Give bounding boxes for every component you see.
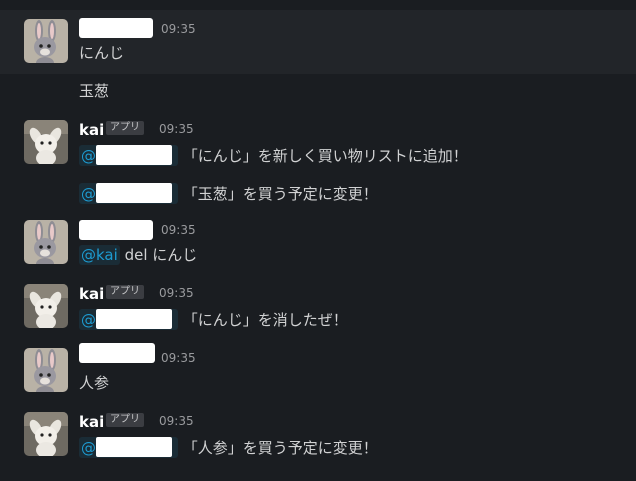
user-avatar[interactable] [24, 19, 68, 63]
message-text: にんじ [79, 44, 125, 62]
message-text: @kai del にんじ [79, 245, 197, 265]
message-body: 「にんじ」を新しく買い物リストに追加！ [182, 147, 468, 165]
user-avatar[interactable] [24, 348, 68, 392]
redacted-mention-name [96, 309, 172, 329]
redacted-mention-name [96, 145, 172, 165]
chat-channel-view: 09:35 にんじ 玉葱 kai アプリ 09:35 @ 「にんじ」を新しく買い… [0, 0, 636, 481]
message-timestamp[interactable]: 09:35 [161, 350, 196, 366]
message-timestamp[interactable]: 09:35 [159, 285, 194, 301]
message-timestamp[interactable]: 09:35 [161, 222, 196, 238]
white-plush-icon [24, 284, 68, 328]
redacted-username[interactable] [79, 18, 153, 38]
bot-name[interactable]: kai [79, 413, 104, 431]
redacted-mention-name [96, 437, 172, 457]
mention-at-sign: @ [81, 147, 96, 165]
message-text: 人参 [79, 374, 110, 392]
user-mention[interactable]: @ [79, 437, 178, 458]
app-badge: アプリ [106, 121, 144, 135]
bunny-plush-icon [24, 220, 68, 264]
message-timestamp[interactable]: 09:35 [159, 413, 194, 429]
app-badge: アプリ [106, 285, 144, 299]
bunny-plush-icon [24, 19, 68, 63]
bot-name[interactable]: kai [79, 285, 104, 303]
bot-name[interactable]: kai [79, 121, 104, 139]
message-text-continuation: 玉葱 [79, 82, 110, 100]
bot-mention[interactable]: @kai [79, 245, 120, 265]
bot-avatar[interactable] [24, 120, 68, 164]
bunny-plush-icon [24, 348, 68, 392]
redacted-username[interactable] [79, 220, 153, 240]
bot-message-text: @ 「にんじ」を新しく買い物リストに追加！ [79, 145, 468, 166]
message-group-user-1[interactable]: 09:35 にんじ [0, 10, 636, 74]
mention-at-sign: @ [81, 185, 96, 203]
mention-at-sign: @ [81, 311, 96, 329]
white-plush-icon [24, 120, 68, 164]
bot-message-text: @ 「玉葱」を買う予定に変更！ [79, 183, 378, 204]
message-timestamp[interactable]: 09:35 [161, 21, 196, 37]
white-plush-icon [24, 412, 68, 456]
app-badge: アプリ [106, 413, 144, 427]
bot-avatar[interactable] [24, 284, 68, 328]
bot-message-text: @ 「人参」を買う予定に変更！ [79, 437, 378, 458]
user-mention[interactable]: @ [79, 309, 178, 330]
user-mention[interactable]: @ [79, 145, 178, 166]
bot-message-text: @ 「にんじ」を消したぜ！ [79, 309, 348, 330]
bot-avatar[interactable] [24, 412, 68, 456]
message-body: 「玉葱」を買う予定に変更！ [182, 185, 378, 203]
message-body: 「にんじ」を消したぜ！ [182, 311, 348, 329]
mention-at-sign: @ [81, 439, 96, 457]
redacted-username[interactable] [79, 343, 155, 363]
user-avatar[interactable] [24, 220, 68, 264]
message-body: del にんじ [124, 246, 198, 264]
message-body: 「人参」を買う予定に変更！ [182, 439, 378, 457]
user-mention[interactable]: @ [79, 183, 178, 204]
redacted-mention-name [96, 183, 172, 203]
message-timestamp[interactable]: 09:35 [159, 121, 194, 137]
